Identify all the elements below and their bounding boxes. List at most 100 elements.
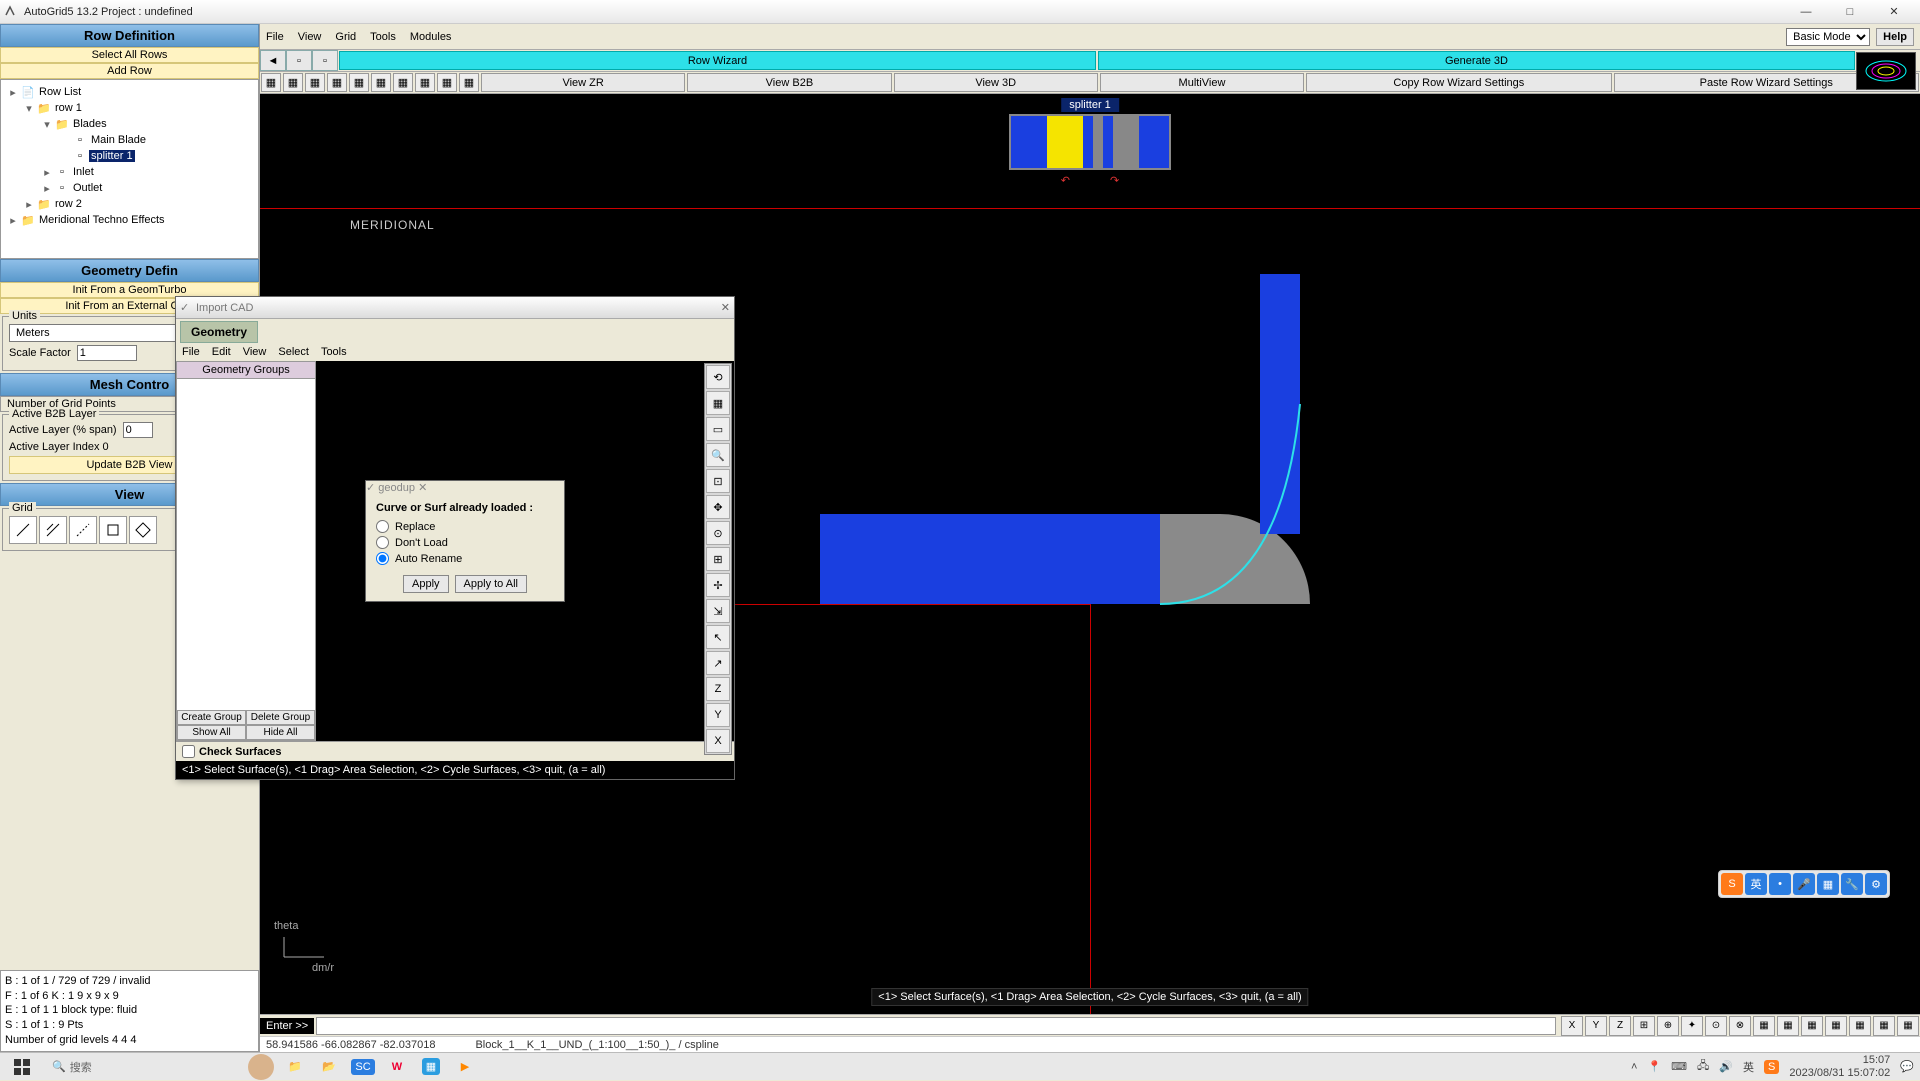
tray-chevron-icon[interactable]: ˄ — [1631, 1061, 1637, 1073]
hide-all-button[interactable]: Hide All — [246, 725, 315, 740]
cmd-tool-6[interactable]: ▦ — [1753, 1016, 1775, 1036]
tb-app-1[interactable] — [248, 1054, 274, 1080]
vb-icon-3[interactable]: ▦ — [305, 73, 325, 92]
taskbar-search[interactable]: 🔍 搜索 — [44, 1059, 244, 1075]
row-tree[interactable]: ▸📄Row List ▾📁row 1 ▾📁Blades ▫Main Blade … — [0, 79, 259, 259]
scale-factor-input[interactable] — [77, 345, 137, 361]
undo-icon[interactable]: ↶ — [1061, 174, 1070, 187]
cad-menu-file[interactable]: File — [182, 346, 200, 358]
geodup-close-button[interactable]: ✕ — [418, 482, 427, 494]
vb-icon-10[interactable]: ▦ — [459, 73, 479, 92]
delete-group-button[interactable]: Delete Group — [246, 710, 315, 725]
import-cad-close-button[interactable]: ✕ — [721, 301, 730, 314]
help-button[interactable]: Help — [1876, 28, 1914, 46]
view-zr-button[interactable]: View ZR — [481, 73, 685, 92]
geo-tool-zoom[interactable]: 🔍 — [706, 443, 730, 467]
view-3d-button[interactable]: View 3D — [894, 73, 1098, 92]
menu-tools[interactable]: Tools — [370, 31, 396, 43]
tray-sogou-icon[interactable]: S — [1764, 1060, 1779, 1074]
grid-tool-1[interactable] — [9, 516, 37, 544]
axis-x-button[interactable]: X — [1561, 1016, 1583, 1036]
cmd-tool-11[interactable]: ▦ — [1873, 1016, 1895, 1036]
grid-tool-3[interactable] — [69, 516, 97, 544]
tb-app-6[interactable]: ▦ — [414, 1053, 448, 1081]
tb-app-5[interactable]: W — [380, 1053, 414, 1081]
ime-toolbox-button[interactable]: 🔧 — [1841, 873, 1863, 895]
ime-settings-button[interactable]: ⚙ — [1865, 873, 1887, 895]
tree-row1[interactable]: ▾📁row 1 — [3, 100, 256, 116]
geo-tool-cube[interactable]: ▦ — [706, 391, 730, 415]
ime-toolbar[interactable]: S 英 • 🎤 ▦ 🔧 ⚙ — [1718, 870, 1890, 898]
geometry-tab[interactable]: Geometry — [180, 321, 258, 343]
radio-replace[interactable]: Replace — [376, 520, 554, 533]
geo-tool-scale[interactable]: ⇲ — [706, 599, 730, 623]
select-all-rows-button[interactable]: Select All Rows — [0, 47, 259, 63]
multiview-button[interactable]: MultiView — [1100, 73, 1304, 92]
tree-row2[interactable]: ▸📁row 2 — [3, 196, 256, 212]
ime-mic-icon[interactable]: 🎤 — [1793, 873, 1815, 895]
menu-view[interactable]: View — [298, 31, 322, 43]
copy-wizard-button[interactable]: Copy Row Wizard Settings — [1306, 73, 1611, 92]
tray-lang[interactable]: 英 — [1743, 1059, 1754, 1075]
minimize-button[interactable]: — — [1784, 2, 1828, 22]
tree-outlet[interactable]: ▸▫Outlet — [3, 180, 256, 196]
tray-volume-icon[interactable]: 🔊 — [1719, 1060, 1733, 1073]
ime-punct-button[interactable]: • — [1769, 873, 1791, 895]
tray-location-icon[interactable]: 📍 — [1647, 1060, 1661, 1073]
geo-tool-fit[interactable]: ⊞ — [706, 547, 730, 571]
cmd-tool-2[interactable]: ⊕ — [1657, 1016, 1679, 1036]
vb-icon-5[interactable]: ▦ — [349, 73, 369, 92]
maximize-button[interactable]: □ — [1828, 2, 1872, 22]
tray-ime-icon[interactable]: ⌨ — [1671, 1060, 1687, 1073]
show-all-button[interactable]: Show All — [177, 725, 246, 740]
tree-splitter1[interactable]: ▫splitter 1 — [3, 148, 256, 164]
menu-modules[interactable]: Modules — [410, 31, 452, 43]
tb-app-7[interactable]: ▶ — [448, 1053, 482, 1081]
geo-tool-move[interactable]: ✢ — [706, 573, 730, 597]
geodup-apply-button[interactable]: Apply — [403, 575, 449, 593]
mode-select[interactable]: Basic Mode — [1786, 28, 1870, 46]
menu-grid[interactable]: Grid — [335, 31, 356, 43]
tree-main-blade[interactable]: ▫Main Blade — [3, 132, 256, 148]
cad-menu-edit[interactable]: Edit — [212, 346, 231, 358]
geo-tool-rotate[interactable]: ⟲ — [706, 365, 730, 389]
add-row-button[interactable]: Add Row — [0, 63, 259, 79]
nav-save-button[interactable]: ▫ — [312, 50, 338, 71]
geo-axis-x[interactable]: X — [706, 729, 730, 753]
geodup-dialog[interactable]: ✓ geodup ✕ Curve or Surf already loaded … — [365, 480, 565, 602]
geo-tool-pan[interactable]: ✥ — [706, 495, 730, 519]
geodup-titlebar[interactable]: ✓ geodup ✕ — [366, 481, 564, 494]
vb-icon-6[interactable]: ▦ — [371, 73, 391, 92]
cmd-tool-4[interactable]: ⊙ — [1705, 1016, 1727, 1036]
tree-row-list[interactable]: ▸📄Row List — [3, 84, 256, 100]
radio-dont-load[interactable]: Don't Load — [376, 536, 554, 549]
grid-tool-5[interactable] — [129, 516, 157, 544]
tree-blades[interactable]: ▾📁Blades — [3, 116, 256, 132]
vb-icon-2[interactable]: ▦ — [283, 73, 303, 92]
geometry-groups-list[interactable] — [177, 379, 315, 710]
start-button[interactable] — [0, 1053, 44, 1081]
tb-app-4[interactable]: SC — [346, 1053, 380, 1081]
layer-span-input[interactable] — [123, 422, 153, 438]
geo-axis-y[interactable]: Y — [706, 703, 730, 727]
ime-logo-icon[interactable]: S — [1721, 873, 1743, 895]
geo-tool-rect[interactable]: ▭ — [706, 417, 730, 441]
cmd-tool-8[interactable]: ▦ — [1801, 1016, 1823, 1036]
geo-tool-orbit[interactable]: ⊙ — [706, 521, 730, 545]
tray-notifications-icon[interactable]: 💬 — [1900, 1060, 1914, 1073]
ime-skin-button[interactable]: ▦ — [1817, 873, 1839, 895]
vb-icon-7[interactable]: ▦ — [393, 73, 413, 92]
radio-auto-rename[interactable]: Auto Rename — [376, 552, 554, 565]
geo-tool-zoomarea[interactable]: ⊡ — [706, 469, 730, 493]
redo-icon[interactable]: ↷ — [1110, 174, 1119, 187]
vb-icon-1[interactable]: ▦ — [261, 73, 281, 92]
row-wizard-button[interactable]: Row Wizard — [339, 51, 1096, 70]
axis-z-button[interactable]: Z — [1609, 1016, 1631, 1036]
ime-lang-button[interactable]: 英 — [1745, 873, 1767, 895]
tree-inlet[interactable]: ▸▫Inlet — [3, 164, 256, 180]
geo-axis-z[interactable]: Z — [706, 677, 730, 701]
cmd-tool-3[interactable]: ✦ — [1681, 1016, 1703, 1036]
cmd-tool-9[interactable]: ▦ — [1825, 1016, 1847, 1036]
cmd-tool-7[interactable]: ▦ — [1777, 1016, 1799, 1036]
import-cad-titlebar[interactable]: ✓ Import CAD ✕ — [176, 297, 734, 319]
